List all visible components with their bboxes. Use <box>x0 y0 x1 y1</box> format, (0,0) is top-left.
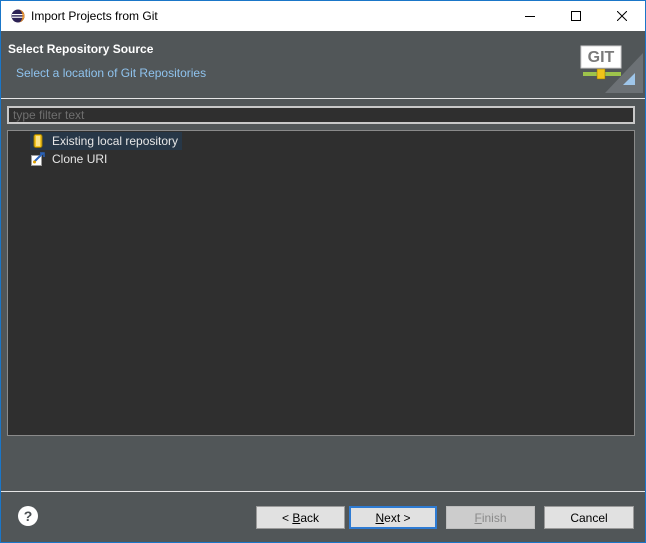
tree-item-clone-uri[interactable]: Clone URI <box>30 150 111 168</box>
wizard-header: Select Repository Source Select a locati… <box>1 31 645 99</box>
help-button[interactable]: ? <box>18 506 38 526</box>
maximize-icon <box>571 11 581 21</box>
maximize-button[interactable] <box>553 1 599 31</box>
close-button[interactable] <box>599 1 645 31</box>
next-button[interactable]: Next > <box>349 506 437 529</box>
next-button-mnemonic: N <box>375 510 385 525</box>
page-title: Select Repository Source <box>8 42 154 56</box>
footer-divider <box>1 491 645 492</box>
header-divider <box>1 98 645 99</box>
help-icon: ? <box>23 508 33 524</box>
back-button-prefix: < <box>281 510 293 525</box>
tree-item-label: Existing local repository <box>52 134 179 148</box>
next-button-suffix: > <box>400 510 411 525</box>
repository-icon <box>30 133 46 149</box>
clone-icon <box>30 151 46 167</box>
title-bar[interactable]: Import Projects from Git <box>1 1 645 31</box>
finish-button[interactable]: Finish <box>446 506 535 529</box>
cancel-button-label: Cancel <box>570 510 608 525</box>
git-wizard-banner: GIT <box>573 33 643 93</box>
cancel-button[interactable]: Cancel <box>544 506 634 529</box>
close-icon <box>617 11 627 21</box>
repository-source-tree[interactable]: Existing local repository Clone URI <box>7 130 635 436</box>
tree-item-existing-local-repository[interactable]: Existing local repository <box>30 132 183 150</box>
window-title: Import Projects from Git <box>31 9 158 23</box>
filter-input[interactable] <box>7 106 635 124</box>
back-button[interactable]: < Back <box>256 506 345 529</box>
minimize-button[interactable] <box>507 1 553 31</box>
page-subtitle: Select a location of Git Repositories <box>16 66 207 80</box>
git-logo-text: GIT <box>588 49 615 66</box>
eclipse-icon <box>11 9 25 23</box>
finish-button-mnemonic: F <box>474 510 482 525</box>
next-button-label: ext <box>384 510 401 525</box>
tree-item-label: Clone URI <box>52 152 108 166</box>
back-button-mnemonic: B <box>292 510 301 525</box>
minimize-icon <box>525 16 535 17</box>
finish-button-label: inish <box>481 510 507 525</box>
import-dialog: Import Projects from Git Select Reposito… <box>0 0 646 543</box>
back-button-label: ack <box>300 510 320 525</box>
